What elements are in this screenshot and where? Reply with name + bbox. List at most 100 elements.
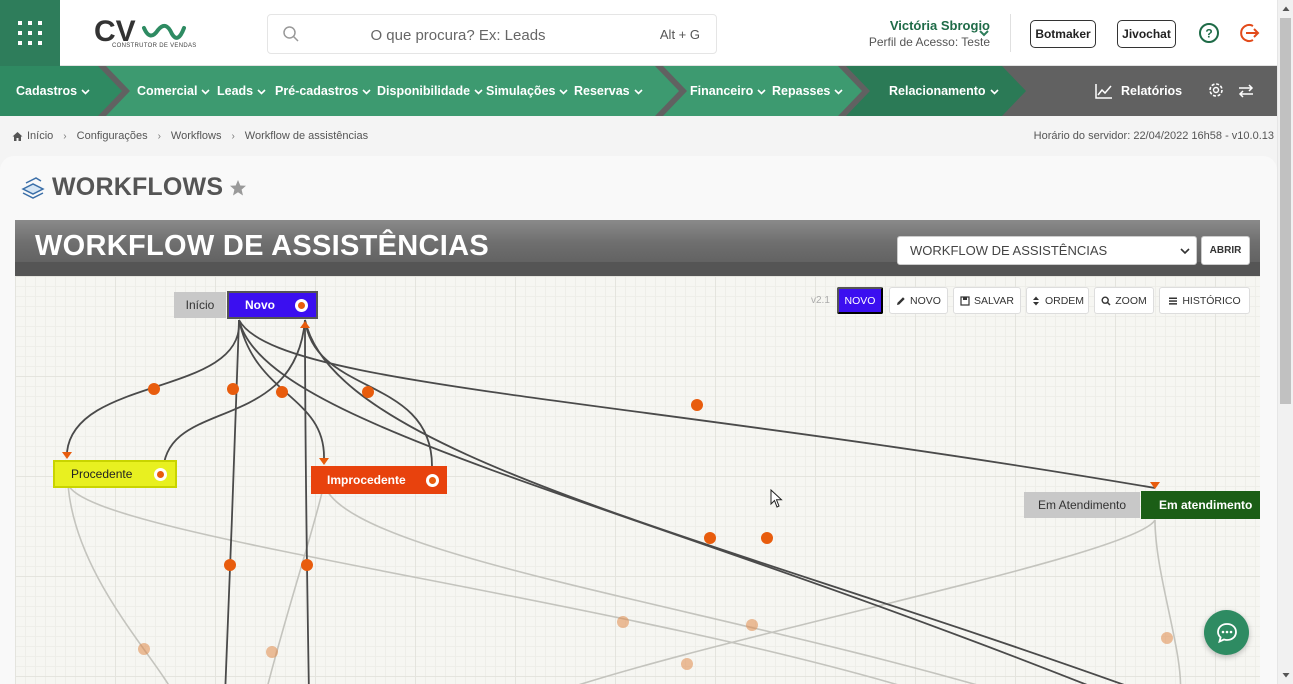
chevron-down-icon <box>757 88 766 95</box>
scrollbar-thumb[interactable] <box>1280 18 1291 404</box>
chevron-right-icon: › <box>231 130 235 142</box>
new-button[interactable]: NOVO <box>889 287 948 314</box>
user-profile: Perfil de Acesso: Teste <box>868 35 990 49</box>
zoom-button[interactable]: ZOOM <box>1094 287 1154 314</box>
workflow-select-value: WORKFLOW DE ASSISTÊNCIAS <box>910 243 1108 258</box>
chevron-down-icon <box>201 88 211 95</box>
nav-label: Relacionamento <box>889 84 986 98</box>
logout-icon[interactable] <box>1239 22 1261 44</box>
em-atendimento-label: Em Atendimento <box>1024 492 1140 518</box>
chart-line-icon <box>1095 84 1112 99</box>
main-content: WORKFLOWS WORKFLOW DE ASSISTÊNCIAS WORKF… <box>0 156 1277 684</box>
nav-label: Repasses <box>772 84 831 98</box>
toolbar-label: HISTÓRICO <box>1182 294 1241 307</box>
new-primary-button[interactable]: NOVO <box>837 287 883 314</box>
dark-connections <box>66 319 1156 684</box>
search-input[interactable] <box>308 21 608 49</box>
nav-label: Pré-cadastros <box>275 84 359 98</box>
version-label: v2.1 <box>811 295 830 306</box>
user-menu[interactable]: Victória Sbrogio Perfil de Acesso: Teste <box>820 18 990 49</box>
node-label: Novo <box>245 298 275 312</box>
home-icon <box>12 131 23 141</box>
nav-relacionamento[interactable]: Relacionamento <box>889 66 999 116</box>
nav-reservas[interactable]: Reservas <box>574 66 643 116</box>
node-em-atendimento[interactable]: Em atendimento <box>1141 491 1260 519</box>
nav-leads[interactable]: Leads <box>217 66 266 116</box>
workflow-select[interactable]: WORKFLOW DE ASSISTÊNCIAS <box>897 236 1197 265</box>
nav-relatorios[interactable]: Relatórios <box>1095 66 1182 116</box>
workflow-stack-icon <box>21 176 45 199</box>
history-button[interactable]: HISTÓRICO <box>1159 287 1250 314</box>
nav-financeiro[interactable]: Financeiro <box>690 66 766 116</box>
node-port[interactable] <box>295 298 308 312</box>
apps-menu-button[interactable] <box>0 0 60 66</box>
help-icon[interactable]: ? <box>1198 22 1220 44</box>
node-label: Procedente <box>71 467 133 481</box>
chat-bubble-icon <box>1216 622 1237 643</box>
nav-repasses[interactable]: Repasses <box>772 66 843 116</box>
sort-icon <box>1032 296 1039 305</box>
pencil-icon <box>897 296 905 305</box>
chevron-right-icon: › <box>157 130 161 142</box>
breadcrumb-home[interactable]: Início <box>27 130 53 142</box>
chevron-down-icon[interactable] <box>978 27 990 39</box>
breadcrumb-bar: Início › Configurações › Workflows › Wor… <box>0 116 1277 156</box>
logo-subtitle: CONSTRUTOR DE VENDAS <box>112 43 197 49</box>
user-name: Victória Sbrogio <box>889 18 990 33</box>
chevron-down-icon <box>81 88 90 95</box>
nav-label: Simulações <box>486 84 556 98</box>
breadcrumb-current: Workflow de assistências <box>244 130 369 142</box>
workflow-canvas[interactable]: v2.1 NOVO NOVO SALVAR ORDEM ZOOM HISTÓRI… <box>15 276 1260 684</box>
gear-icon[interactable] <box>1207 81 1225 99</box>
nav-cadastros[interactable]: Cadastros <box>16 66 90 116</box>
nav-label: Leads <box>217 84 254 98</box>
nav-label: Cadastros <box>16 84 78 98</box>
node-improcedente[interactable]: Improcedente <box>311 466 447 494</box>
server-time: Horário do servidor: 22/04/2022 16h58 - … <box>1033 130 1274 142</box>
start-label: Início <box>174 292 226 318</box>
chevron-right-icon: › <box>63 130 67 142</box>
nav-pre-cadastros[interactable]: Pré-cadastros <box>275 66 371 116</box>
breadcrumb-workflows[interactable]: Workflows <box>171 130 222 142</box>
nav-label: Financeiro <box>690 84 754 98</box>
order-button[interactable]: ORDEM <box>1026 287 1089 314</box>
open-button[interactable]: ABRIR <box>1201 236 1250 265</box>
app-root: CV CONSTRUTOR DE VENDAS Alt + G Victória… <box>0 0 1293 684</box>
save-button[interactable]: SALVAR <box>953 287 1021 314</box>
nav-comercial[interactable]: Comercial <box>137 66 211 116</box>
nav-label: Reservas <box>574 84 630 98</box>
nav-label: Disponibilidade <box>377 84 471 98</box>
search-icon <box>283 26 299 42</box>
chat-button[interactable] <box>1204 610 1249 655</box>
global-search[interactable]: Alt + G <box>267 14 717 54</box>
chevron-down-icon <box>1180 248 1190 255</box>
page-title: WORKFLOWS <box>52 173 224 201</box>
swap-icon[interactable] <box>1237 82 1255 100</box>
scroll-up-icon[interactable] <box>1282 5 1290 13</box>
node-port[interactable] <box>426 473 439 487</box>
magnifier-icon <box>1101 295 1111 306</box>
page-scrollbar[interactable] <box>1277 0 1293 684</box>
jivochat-button[interactable]: Jivochat <box>1117 20 1176 48</box>
main-nav: Cadastros Comercial Leads Pré-cadastros … <box>0 66 1277 116</box>
toolbar-label: SALVAR <box>974 294 1014 307</box>
nav-label: Relatórios <box>1121 84 1183 98</box>
scroll-down-icon[interactable] <box>1282 671 1290 679</box>
node-novo[interactable]: Novo <box>227 291 318 319</box>
breadcrumb-configuracoes[interactable]: Configurações <box>77 130 148 142</box>
chevron-down-icon <box>634 88 643 95</box>
svg-text:?: ? <box>1205 27 1212 41</box>
chevron-down-icon <box>834 88 843 95</box>
node-procedente[interactable]: Procedente <box>53 460 177 488</box>
botmaker-button[interactable]: Botmaker <box>1030 20 1096 48</box>
star-icon[interactable] <box>229 179 247 197</box>
nav-disponibilidade[interactable]: Disponibilidade <box>377 66 483 116</box>
node-label: Improcedente <box>327 473 406 487</box>
node-port[interactable] <box>154 467 167 481</box>
arrowheads <box>62 321 1160 489</box>
header-divider <box>1010 14 1011 52</box>
chevron-down-icon <box>362 88 371 95</box>
floppy-icon <box>960 295 970 306</box>
nav-simulacoes[interactable]: Simulações <box>486 66 569 116</box>
toolbar-label: ZOOM <box>1115 294 1147 307</box>
